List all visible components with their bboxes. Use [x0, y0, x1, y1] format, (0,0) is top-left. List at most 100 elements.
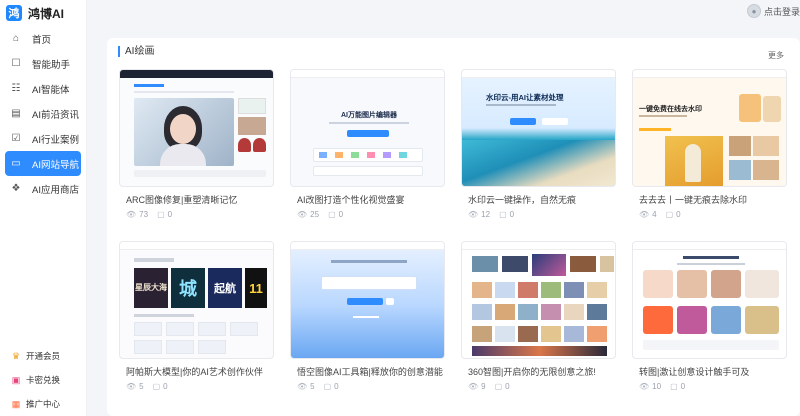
- card-thumbnail[interactable]: [461, 241, 616, 359]
- view-count: 9: [481, 382, 486, 391]
- art-tile: 11: [245, 268, 267, 308]
- card-title: 悟空图像AI工具箱|释放你的创意潜能: [297, 367, 443, 377]
- comment-icon: ▢: [494, 382, 503, 391]
- agent-icon: ☷: [11, 83, 21, 94]
- sidebar-item-site-nav[interactable]: ▭ AI网站导航: [5, 151, 81, 176]
- card-thumbnail[interactable]: 一键免费在线去水印: [632, 69, 787, 187]
- card-title: 360智图|开启你的无限创意之旅!: [468, 367, 596, 377]
- card-thumbnail[interactable]: [290, 241, 445, 359]
- sidebar-item-assistant[interactable]: ☐ 智能助手: [5, 51, 81, 76]
- card-title: ARC图像修复|重塑清晰记忆: [126, 195, 238, 205]
- sidebar-item-cases[interactable]: ☑ AI行业案例: [5, 126, 81, 151]
- eye-icon: 👁: [639, 210, 650, 219]
- comment-icon: ▢: [157, 210, 165, 219]
- sidebar-item-label: AI网站导航: [32, 159, 79, 171]
- sidebar-item-label: AI应用商店: [32, 184, 79, 196]
- tool-card[interactable]: ARC图像修复|重塑清晰记忆 👁 73 ▢ 0: [119, 69, 274, 224]
- comment-icon: ▢: [152, 382, 161, 391]
- thumb-headline: 水印云-用AI让素材处理: [486, 93, 564, 102]
- main-panel: AI绘画 更多 ARC图像修复|重塑清晰记忆 👁 73 ▢ 0 AI万能图片编辑器: [107, 38, 800, 416]
- tool-card[interactable]: 星辰大海 城 起航 11 阿帕斯大模型|你的AI艺术创作伙伴 👁 5 ▢ 0: [119, 241, 274, 396]
- thumb-headline: 一键免费在线去水印: [639, 106, 702, 113]
- tool-card[interactable]: AI万能图片编辑器 AI改图打造个性化视觉盛宴 👁 25 ▢ 0: [290, 69, 445, 224]
- like-count: 0: [680, 382, 686, 391]
- tool-card[interactable]: 一键免费在线去水印 去去去丨一键无痕去除水印 👁 4 ▢ 0: [632, 69, 787, 224]
- nav-icon: ▭: [11, 158, 21, 169]
- comment-icon: ▢: [670, 382, 678, 391]
- comment-icon: ▢: [499, 210, 507, 219]
- search-box: [321, 276, 417, 290]
- thumb-topbar: [291, 70, 444, 78]
- login-link[interactable]: ● 点击登录: [746, 4, 800, 18]
- sidebar-item-label: AI智能体: [32, 84, 70, 96]
- view-count: 12: [481, 210, 491, 219]
- card-thumbnail[interactable]: [119, 69, 274, 187]
- header: ● 点击登录: [88, 0, 800, 24]
- news-icon: ▤: [11, 108, 21, 119]
- login-label: 点击登录: [763, 6, 800, 17]
- art-tile: 起航: [208, 268, 242, 308]
- card-stats: 👁 10 ▢ 0: [639, 382, 694, 391]
- eye-icon: 👁: [468, 210, 479, 219]
- tool-card[interactable]: 水印云-用AI让素材处理 水印云一键操作，自然无痕 👁 12 ▢ 0: [461, 69, 616, 224]
- thumb-topbar: [291, 242, 444, 250]
- card-stats: 👁 12 ▢ 0: [468, 210, 523, 219]
- card-thumbnail[interactable]: [632, 241, 787, 359]
- card-thumbnail[interactable]: 水印云-用AI让素材处理: [461, 69, 616, 187]
- sidebar-item-label: 卡密兑换: [26, 375, 61, 385]
- card-stats: 👁 5 ▢ 0: [126, 382, 177, 391]
- view-count: 73: [139, 210, 149, 219]
- sidebar-item-news[interactable]: ▤ AI前沿资讯: [5, 101, 81, 126]
- card-icon: ▣: [11, 374, 21, 385]
- like-count: 0: [509, 210, 515, 219]
- logo-icon: 鸿: [6, 5, 22, 21]
- sidebar: 鸿 鸿博AI ⌂ 首页 ☐ 智能助手 ☷ AI智能体 ▤ AI前沿资讯 ☑ AI行业案例 …: [0, 0, 87, 416]
- thumb-topbar: [633, 70, 786, 78]
- tool-card[interactable]: 转图|激让创意设计触手可及 👁 10 ▢ 0: [632, 241, 787, 396]
- card-stats: 👁 4 ▢ 0: [639, 210, 690, 219]
- card-thumbnail[interactable]: AI万能图片编辑器: [290, 69, 445, 187]
- sidebar-item-redeem[interactable]: ▣ 卡密兑换: [0, 368, 87, 392]
- sidebar-bottom: ♛ 开通会员 ▣ 卡密兑换 ▦ 推广中心: [0, 344, 87, 416]
- thumb-headline: AI万能图片编辑器: [341, 112, 397, 119]
- eye-icon: 👁: [126, 210, 137, 219]
- app-name: 鸿博AI: [28, 6, 65, 21]
- sidebar-nav: ⌂ 首页 ☐ 智能助手 ☷ AI智能体 ▤ AI前沿资讯 ☑ AI行业案例 ▭ AI网站导航…: [0, 26, 86, 201]
- like-count: 0: [338, 210, 344, 219]
- sidebar-item-label: 首页: [32, 34, 52, 46]
- art-tile: 星辰大海: [134, 268, 168, 308]
- art-tile: 城: [171, 268, 205, 308]
- card-thumbnail[interactable]: 星辰大海 城 起航 11: [119, 241, 274, 359]
- card-title: 转图|激让创意设计触手可及: [639, 367, 750, 377]
- tool-card[interactable]: 悟空图像AI工具箱|释放你的创意潜能 👁 5 ▢ 0: [290, 241, 445, 396]
- eye-icon: 👁: [639, 382, 650, 391]
- sidebar-item-promo[interactable]: ▦ 推广中心: [0, 392, 87, 416]
- home-icon: ⌂: [12, 33, 20, 44]
- sidebar-item-vip[interactable]: ♛ 开通会员: [0, 344, 87, 368]
- user-avatar-icon: ●: [746, 4, 761, 18]
- like-count: 0: [676, 210, 681, 219]
- sidebar-item-label: 推广中心: [26, 399, 61, 409]
- app-logo[interactable]: 鸿 鸿博AI: [6, 0, 86, 24]
- thumb-topbar: [120, 242, 273, 250]
- view-count: 5: [139, 382, 144, 391]
- like-count: 0: [505, 382, 510, 391]
- section-title: AI绘画: [118, 46, 154, 57]
- view-count: 5: [310, 382, 315, 391]
- sidebar-item-home[interactable]: ⌂ 首页: [5, 26, 81, 51]
- sidebar-item-label: AI前沿资讯: [32, 109, 79, 121]
- tool-card[interactable]: 360智图|开启你的无限创意之旅! 👁 9 ▢ 0: [461, 241, 616, 396]
- sidebar-item-label: AI行业案例: [32, 134, 79, 146]
- vip-icon: ♛: [11, 350, 21, 361]
- sidebar-item-agents[interactable]: ☷ AI智能体: [5, 76, 81, 101]
- eye-icon: 👁: [297, 210, 308, 219]
- thumb-topbar: [462, 242, 615, 250]
- card-title: 去去去丨一键无痕去除水印: [639, 195, 748, 205]
- card-title: AI改图打造个性化视觉盛宴: [297, 195, 405, 205]
- more-link[interactable]: 更多: [768, 50, 784, 61]
- comment-icon: ▢: [328, 210, 336, 219]
- sidebar-item-label: 智能助手: [32, 59, 71, 71]
- sidebar-item-app-store[interactable]: ❖ AI应用商店: [5, 176, 81, 201]
- like-count: 0: [167, 210, 173, 219]
- eye-icon: 👁: [468, 382, 479, 391]
